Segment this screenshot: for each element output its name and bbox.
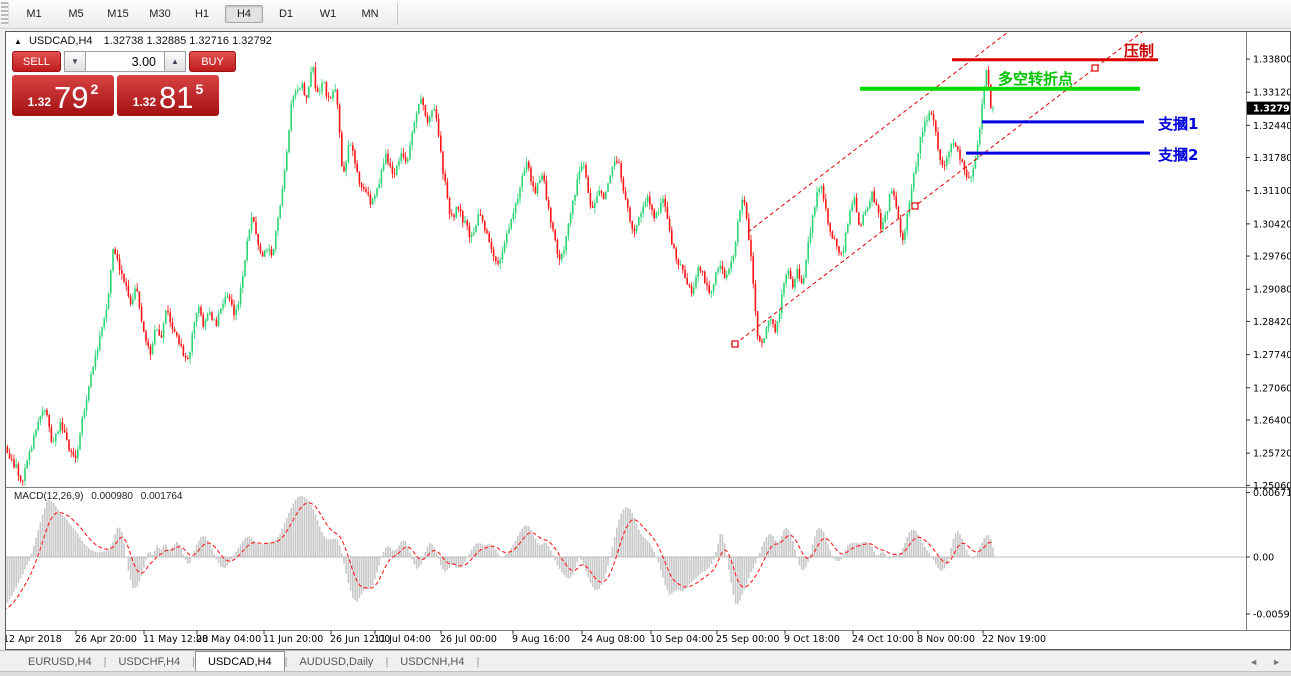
- trendline-handle[interactable]: [1092, 65, 1098, 71]
- macd-signal-value: 0.001764: [141, 491, 183, 502]
- timeframe-buttons: M1M5M15M30H1H4D1W1MN: [13, 5, 391, 23]
- buy-price-pip: 5: [196, 81, 204, 97]
- toolbar-divider: [397, 3, 398, 25]
- macd-tick-label: 0.00: [1253, 553, 1274, 564]
- chart-ohlc-values: 1.32738 1.32885 1.32716 1.32792: [104, 35, 272, 47]
- volume-increase-button[interactable]: ▲: [164, 51, 186, 72]
- macd-indicator-label: MACD(12,26,9) 0.000980 0.001764: [14, 491, 182, 502]
- price-tick-label: 1.33120: [1253, 88, 1290, 99]
- annotation-label-0: 压制: [1124, 42, 1154, 60]
- annotation-label-3: 支摑2: [1157, 146, 1198, 164]
- volume-stepper: ▼ ▲: [64, 51, 186, 72]
- price-tick-label: 1.25720: [1253, 449, 1290, 460]
- annotation-label-2: 支摑1: [1157, 115, 1198, 133]
- symbol-tab-bar: EURUSD,H4|USDCHF,H4|USDCAD,H4|AUDUSD,Dai…: [0, 650, 1291, 672]
- symbol-tabs: EURUSD,H4|USDCHF,H4|USDCAD,H4|AUDUSD,Dai…: [16, 651, 479, 672]
- price-tick-label: 1.29760: [1253, 252, 1290, 263]
- timeframe-button-M1[interactable]: M1: [15, 5, 53, 23]
- price-tick-label: 1.31780: [1253, 153, 1290, 164]
- sell-price-big: 79: [54, 83, 88, 113]
- price-tick-label: 1.28420: [1253, 317, 1290, 328]
- sell-button[interactable]: SELL: [12, 51, 61, 72]
- volume-input[interactable]: [86, 51, 164, 72]
- price-tick-label: 1.33800: [1253, 55, 1290, 66]
- sell-price-pip: 2: [91, 81, 99, 97]
- chart-symbol-label: USDCAD,H4: [29, 35, 93, 47]
- time-tick-label: 22 Nov 19:00: [982, 634, 1046, 645]
- tab-scroll-arrows: ◄ ►: [1249, 651, 1291, 672]
- buy-price-tile[interactable]: 1.32 81 5: [117, 75, 219, 116]
- price-tick-label: 1.27740: [1253, 350, 1290, 361]
- price-tick-label: 1.29080: [1253, 285, 1290, 296]
- time-tick-label: 25 Sep 00:00: [716, 634, 779, 645]
- tab-usdcad-h4[interactable]: USDCAD,H4: [195, 651, 285, 672]
- toolbar-grip-icon[interactable]: [1, 2, 9, 26]
- time-tick-label: 28 May 04:00: [196, 634, 261, 645]
- time-tick-label: 8 Nov 00:00: [917, 634, 975, 645]
- timeframe-button-M15[interactable]: M15: [99, 5, 137, 23]
- macd-value: 0.000980: [91, 491, 133, 502]
- collapse-triangle-icon[interactable]: ▲: [14, 37, 22, 46]
- chart-canvas[interactable]: 压制多空转折点支摑1 支摑2 1.33800 1.33120 1.32440 1.3178…: [6, 32, 1290, 649]
- terminal-window: M1M5M15M30H1H4D1W1MN ▲ USDCAD,H4 1.32738…: [0, 0, 1291, 676]
- price-tick-label: 1.26400: [1253, 415, 1290, 426]
- buy-price-prefix: 1.32: [133, 95, 156, 109]
- tab-usdchf-h4[interactable]: USDCHF,H4: [106, 651, 192, 672]
- timeframe-button-H1[interactable]: H1: [183, 5, 221, 23]
- time-tick-label: 10 Sep 04:00: [650, 634, 713, 645]
- time-tick-label: 11 Jun 20:00: [263, 634, 323, 645]
- timeframe-button-M30[interactable]: M30: [141, 5, 179, 23]
- time-tick-label: 9 Aug 16:00: [512, 634, 570, 645]
- time-tick-label: 24 Aug 08:00: [581, 634, 645, 645]
- timeframe-button-MN[interactable]: MN: [351, 5, 389, 23]
- time-tick-label: 24 Oct 10:00: [852, 634, 914, 645]
- chart-title: ▲ USDCAD,H4 1.32738 1.32885 1.32716 1.32…: [14, 35, 272, 47]
- tab-usdcnh-h4[interactable]: USDCNH,H4: [388, 651, 476, 672]
- status-strip: [0, 671, 1291, 676]
- timeframe-toolbar: M1M5M15M30H1H4D1W1MN: [0, 0, 1291, 29]
- chevron-up-icon: ▲: [171, 57, 179, 66]
- timeframe-button-W1[interactable]: W1: [309, 5, 347, 23]
- trendline-handle[interactable]: [912, 203, 918, 209]
- sell-price-prefix: 1.32: [28, 95, 51, 109]
- current-price-label: 1.32792: [1253, 104, 1290, 115]
- tab-audusd-daily[interactable]: AUDUSD,Daily: [287, 651, 385, 672]
- chevron-down-icon: ▼: [71, 57, 79, 66]
- price-tick-label: 1.30420: [1253, 219, 1290, 230]
- macd-tick-label: -0.005925: [1253, 609, 1290, 620]
- tab-eurusd-h4[interactable]: EURUSD,H4: [16, 651, 104, 672]
- tab-scroll-left-icon[interactable]: ◄: [1249, 657, 1258, 667]
- price-tick-label: 1.31100: [1253, 186, 1290, 197]
- annotation-label-1: 多空转折点: [998, 70, 1073, 88]
- macd-tick-label: 0.006718: [1253, 488, 1290, 499]
- timeframe-button-D1[interactable]: D1: [267, 5, 305, 23]
- macd-name: MACD(12,26,9): [14, 491, 83, 502]
- price-tick-label: 1.27060: [1253, 383, 1290, 394]
- volume-decrease-button[interactable]: ▼: [64, 51, 86, 72]
- time-tick-label: 12 Apr 2018: [6, 634, 62, 645]
- buy-price-big: 81: [159, 83, 193, 113]
- timeframe-button-M5[interactable]: M5: [57, 5, 95, 23]
- sell-price-tile[interactable]: 1.32 79 2: [12, 75, 114, 116]
- timeframe-button-H4[interactable]: H4: [225, 5, 263, 23]
- time-tick-label: 26 Apr 20:00: [75, 634, 137, 645]
- trendline-handle[interactable]: [732, 341, 738, 347]
- time-tick-label: 11 Jul 04:00: [374, 634, 431, 645]
- time-tick-label: 9 Oct 18:00: [784, 634, 840, 645]
- price-tick-label: 1.32440: [1253, 121, 1290, 132]
- tab-separator: |: [476, 651, 479, 672]
- one-click-trading-panel: SELL ▼ ▲ BUY 1.32 79 2: [12, 51, 224, 116]
- tab-scroll-right-icon[interactable]: ►: [1272, 657, 1281, 667]
- chart-window: ▲ USDCAD,H4 1.32738 1.32885 1.32716 1.32…: [5, 31, 1291, 650]
- buy-button[interactable]: BUY: [189, 51, 236, 72]
- time-tick-label: 26 Jul 00:00: [440, 634, 497, 645]
